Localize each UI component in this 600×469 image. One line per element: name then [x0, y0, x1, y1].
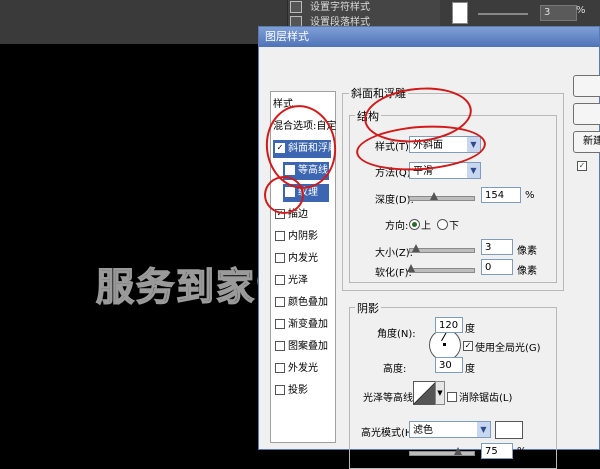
style-list-label: 颜色叠加 — [288, 297, 328, 308]
direction-up-radio[interactable] — [409, 219, 420, 230]
style-list-label: 渐变叠加 — [288, 319, 328, 330]
new-style-button[interactable]: 新建 — [573, 131, 600, 153]
style-list-item[interactable]: 光泽 — [273, 272, 331, 290]
style-list-item[interactable]: 内发光 — [273, 250, 331, 268]
checkbox-icon[interactable] — [275, 231, 285, 241]
highlight-mode-select[interactable]: 滤色 ▼ — [409, 421, 491, 438]
opacity-unit: % — [517, 446, 527, 457]
size-slider[interactable] — [409, 244, 475, 253]
checkbox-icon[interactable] — [275, 275, 285, 285]
style-icon — [290, 1, 302, 13]
size-input[interactable]: 3 — [481, 239, 513, 255]
cancel-button[interactable] — [573, 103, 600, 125]
direction-down-radio[interactable] — [437, 219, 448, 230]
style-list-label: 投影 — [288, 385, 308, 396]
direction-up-label: 上 — [421, 221, 431, 232]
style-list-item[interactable]: 渐变叠加 — [273, 316, 331, 334]
opacity-slider[interactable] — [478, 13, 528, 15]
gloss-contour-picker[interactable] — [413, 381, 437, 405]
altitude-input[interactable]: 30 — [435, 357, 463, 373]
angle-label: 角度(N): — [377, 329, 416, 340]
angle-unit: 度 — [465, 324, 475, 335]
angle-dial-center — [443, 343, 446, 346]
antialias-label: 消除锯齿(L) — [459, 393, 513, 404]
soften-slider[interactable] — [407, 264, 475, 273]
style-list-label: 内发光 — [288, 253, 318, 264]
annotation-circle-stroke — [264, 176, 304, 214]
ps-opacity-field[interactable]: 3 — [540, 5, 577, 21]
style-list-label: 内阴影 — [288, 231, 318, 242]
style-list-item[interactable]: 内阴影 — [273, 228, 331, 246]
color-swatch[interactable] — [452, 2, 468, 24]
style-list-item[interactable]: 投影 — [273, 382, 331, 400]
direction-down-label: 下 — [449, 221, 459, 232]
checkbox-icon[interactable] — [275, 385, 285, 395]
checkbox-icon[interactable] — [275, 253, 285, 263]
antialias-checkbox[interactable] — [447, 390, 457, 403]
opacity-slider-thumb[interactable] — [454, 447, 462, 455]
altitude-label: 高度: — [383, 364, 407, 375]
checkbox-icon[interactable] — [275, 297, 285, 307]
panel-row-character-style[interactable]: 设置字符样式 — [290, 1, 370, 15]
style-list-item[interactable]: 外发光 — [273, 360, 331, 378]
style-list-item[interactable]: 图案叠加 — [273, 338, 331, 356]
size-unit: 像素 — [517, 246, 537, 257]
chevron-down-icon: ▼ — [467, 163, 480, 178]
style-list-label: 图案叠加 — [288, 341, 328, 352]
ps-opacity-unit: % — [576, 5, 586, 16]
opacity-slider[interactable] — [409, 447, 475, 456]
soften-input[interactable]: 0 — [481, 259, 513, 275]
contour-icon — [414, 382, 436, 404]
angle-input[interactable]: 120 — [435, 317, 463, 333]
depth-input[interactable]: 154 — [481, 187, 521, 203]
checkbox-icon[interactable] — [275, 319, 285, 329]
soften-unit: 像素 — [517, 266, 537, 277]
checkbox-icon[interactable] — [275, 341, 285, 351]
preview-checkbox[interactable]: ✓ — [577, 159, 587, 172]
depth-slider[interactable] — [409, 192, 475, 201]
highlight-color-swatch[interactable] — [495, 421, 523, 439]
ok-button[interactable] — [573, 75, 600, 97]
depth-slider-thumb[interactable] — [430, 192, 438, 200]
style-list-label: 外发光 — [288, 363, 318, 374]
size-slider-thumb[interactable] — [412, 244, 420, 252]
chevron-down-icon: ▼ — [477, 422, 490, 437]
dialog-title[interactable]: 图层样式 — [259, 27, 599, 47]
soften-slider-thumb[interactable] — [407, 264, 415, 272]
checkmark-icon: ✓ — [463, 341, 473, 351]
checkbox-icon[interactable] — [275, 363, 285, 373]
gloss-contour-label: 光泽等高线: — [363, 393, 417, 404]
chevron-down-icon[interactable]: ▼ — [435, 381, 445, 405]
style-list-item[interactable]: 颜色叠加 — [273, 294, 331, 312]
depth-unit: % — [525, 190, 535, 201]
size-label: 大小(Z): — [375, 248, 414, 259]
shading-title: 阴影 — [355, 300, 381, 316]
opacity-input[interactable]: 75 — [481, 443, 513, 459]
global-light-checkbox[interactable]: ✓ — [463, 339, 473, 352]
checkmark-icon: ✓ — [577, 161, 587, 171]
global-light-label: 使用全局光(G) — [475, 343, 541, 354]
style-list-label: 光泽 — [288, 275, 308, 286]
direction-label: 方向: — [385, 221, 409, 232]
altitude-unit: 度 — [465, 364, 475, 375]
